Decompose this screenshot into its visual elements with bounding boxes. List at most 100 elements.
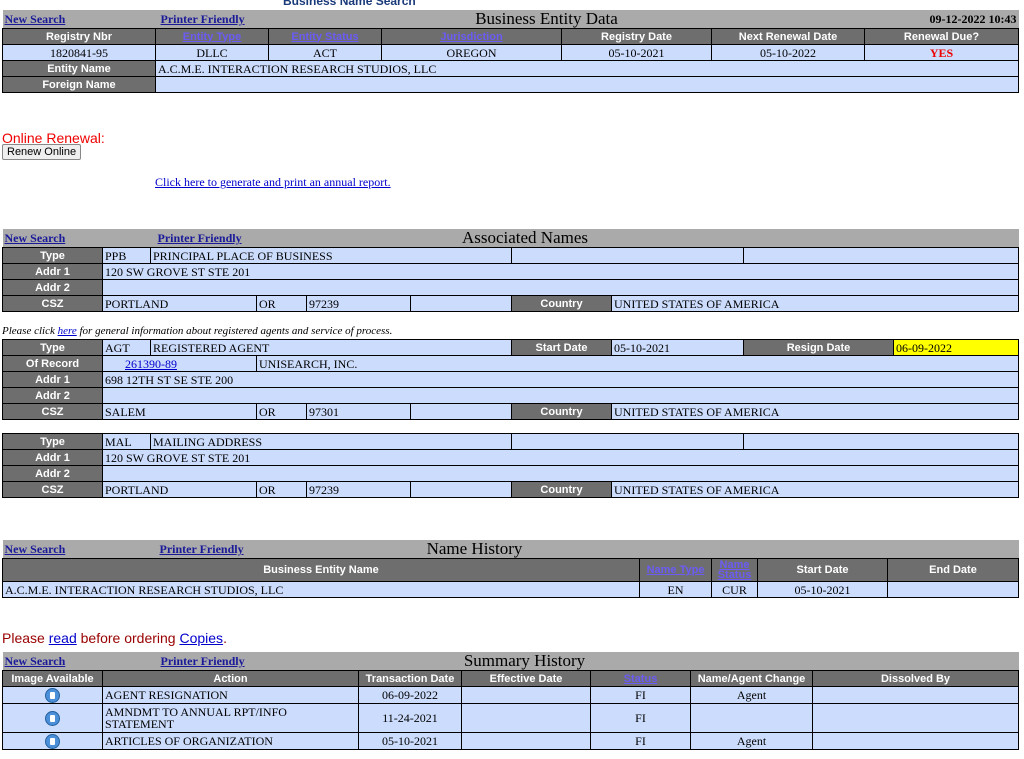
name-status-header-link[interactable]: Name Status <box>718 560 752 581</box>
table-row: AMNDMT TO ANNUAL RPT/INFO STATEMENT 11-2… <box>2 702 1020 733</box>
jurisdiction-header-link[interactable]: Jurisdiction <box>440 31 502 43</box>
page-banner: Business Name Search <box>283 0 416 8</box>
associated-names-table: New Search Printer Friendly Associated N… <box>2 229 1019 312</box>
foreign-name-label: Foreign Name <box>2 76 156 93</box>
status-header-link[interactable]: Status <box>624 673 658 685</box>
new-search-link[interactable]: New Search <box>5 12 66 26</box>
ppb-type-code: PPB <box>102 247 151 264</box>
agt-country: UNITED STATES OF AMERICA <box>611 403 1020 420</box>
registry-nbr-header: Registry Nbr <box>2 28 156 45</box>
agent-info-link[interactable]: here <box>58 325 77 337</box>
entity-status-value: ACT <box>268 44 382 61</box>
name-type-header-link[interactable]: Name Type <box>647 564 705 576</box>
ppb-state: OR <box>256 295 307 312</box>
summary-dissolved <box>812 731 1020 750</box>
start-date-header: Start Date <box>757 558 888 582</box>
addr2-label: Addr 2 <box>2 279 103 296</box>
document-image-icon[interactable] <box>45 733 60 749</box>
summary-status: FI <box>589 686 692 704</box>
annual-report-link[interactable]: Click here to generate and print an annu… <box>155 175 391 190</box>
type-label: Type <box>2 247 103 264</box>
name-agent-change-header: Name/Agent Change <box>690 670 814 687</box>
printer-friendly-link[interactable]: Printer Friendly <box>160 542 244 556</box>
document-image-icon[interactable] <box>45 710 60 726</box>
agt-type-code: AGT <box>102 339 151 356</box>
renew-online-button[interactable]: Renew Online <box>2 144 82 160</box>
registered-agent-table: Type AGT REGISTERED AGENT Start Date 05-… <box>2 339 1020 420</box>
foreign-name-value <box>154 76 1020 93</box>
section-title: Name History <box>309 540 640 559</box>
agt-addr1: 698 12TH ST SE STE 200 <box>101 371 1020 388</box>
section-title: Summary History <box>358 652 691 671</box>
business-entity-name-header: Business Entity Name <box>2 558 640 582</box>
entity-type-header-link[interactable]: Entity Type <box>183 31 241 43</box>
of-record-label: Of Record <box>2 355 103 372</box>
ppb-country: UNITED STATES OF AMERICA <box>611 295 1019 312</box>
registered-agent-note: Please click here for general informatio… <box>2 325 393 337</box>
summary-trans-date: 05-10-2021 <box>358 731 462 750</box>
agt-state: OR <box>256 403 307 420</box>
summary-dissolved <box>812 702 1020 733</box>
entity-status-header-link[interactable]: Entity Status <box>291 31 358 43</box>
summary-history-table: New Search Printer Friendly Summary Hist… <box>2 652 1020 750</box>
summary-trans-date: 11-24-2021 <box>358 702 462 733</box>
table-row: A.C.M.E. INTERACTION RESEARCH STUDIOS, L… <box>2 581 1019 598</box>
summary-change <box>690 702 814 733</box>
document-image-icon[interactable] <box>45 687 60 703</box>
summary-status: FI <box>589 731 692 750</box>
transaction-date-header: Transaction Date <box>358 670 462 687</box>
ppb-addr1: 120 SW GROVE ST STE 201 <box>102 263 1019 280</box>
addr2-label: Addr 2 <box>2 465 103 482</box>
country-label: Country <box>511 481 613 498</box>
summary-trans-date: 06-09-2022 <box>358 686 462 704</box>
entity-type-value: DLLC <box>155 44 269 61</box>
agt-city: SALEM <box>102 403 257 420</box>
country-label: Country <box>511 295 612 312</box>
dissolved-by-header: Dissolved By <box>812 670 1020 687</box>
addr1-label: Addr 1 <box>2 371 103 388</box>
summary-eff-date <box>461 731 591 750</box>
name-history-table: New Search Printer Friendly Name History… <box>2 540 1019 598</box>
image-available-header: Image Available <box>2 670 103 687</box>
history-end-date <box>887 581 1019 598</box>
agent-name: UNISEARCH, INC. <box>255 355 1020 372</box>
type-label: Type <box>2 339 103 356</box>
history-name-status: CUR <box>711 581 758 598</box>
ppb-type-desc: PRINCIPAL PLACE OF BUSINESS <box>150 247 512 264</box>
mal-type-desc: MAILING ADDRESS <box>149 433 513 450</box>
mal-country: UNITED STATES OF AMERICA <box>611 481 1020 498</box>
country-label: Country <box>511 403 613 420</box>
printer-friendly-link[interactable]: Printer Friendly <box>158 231 242 245</box>
section-title: Associated Names <box>306 229 744 248</box>
addr1-label: Addr 1 <box>2 449 103 466</box>
printer-friendly-link[interactable]: Printer Friendly <box>161 654 245 668</box>
renewal-due-header: Renewal Due? <box>864 28 1020 45</box>
table-row: ARTICLES OF ORGANIZATION 05-10-2021 FI A… <box>2 731 1020 750</box>
new-search-link[interactable]: New Search <box>5 654 66 668</box>
csz-label: CSZ <box>2 295 103 312</box>
agt-zip: 97301 <box>306 403 411 420</box>
mailing-address-table: Type MAL MAILING ADDRESS Addr 1 120 SW G… <box>2 433 1020 498</box>
printer-friendly-link[interactable]: Printer Friendly <box>161 12 245 26</box>
new-search-link[interactable]: New Search <box>5 231 66 245</box>
entity-data-table: New Search Printer Friendly Business Ent… <box>2 10 1020 93</box>
ppb-city: PORTLAND <box>102 295 257 312</box>
entity-name-label: Entity Name <box>2 60 156 77</box>
new-search-link[interactable]: New Search <box>5 542 66 556</box>
summary-change: Agent <box>690 731 814 750</box>
effective-date-header: Effective Date <box>461 670 591 687</box>
ppb-zip: 97239 <box>306 295 411 312</box>
agent-registry-link[interactable]: 261390-89 <box>125 357 177 371</box>
agt-addr2 <box>101 387 1020 404</box>
summary-eff-date <box>461 702 591 733</box>
copies-link[interactable]: Copies <box>179 630 223 646</box>
mal-addr1: 120 SW GROVE ST STE 201 <box>101 449 1020 466</box>
renewal-due-value: YES <box>864 44 1020 61</box>
summary-action: ARTICLES OF ORGANIZATION <box>102 731 359 750</box>
read-link[interactable]: read <box>49 630 77 646</box>
mal-type-code: MAL <box>102 433 151 450</box>
history-name-type: EN <box>639 581 712 598</box>
agt-start-date: 05-10-2021 <box>611 339 745 356</box>
copies-note: Please read before ordering Copies. <box>2 630 227 646</box>
entity-name-value: A.C.M.E. INTERACTION RESEARCH STUDIOS, L… <box>154 60 1020 77</box>
